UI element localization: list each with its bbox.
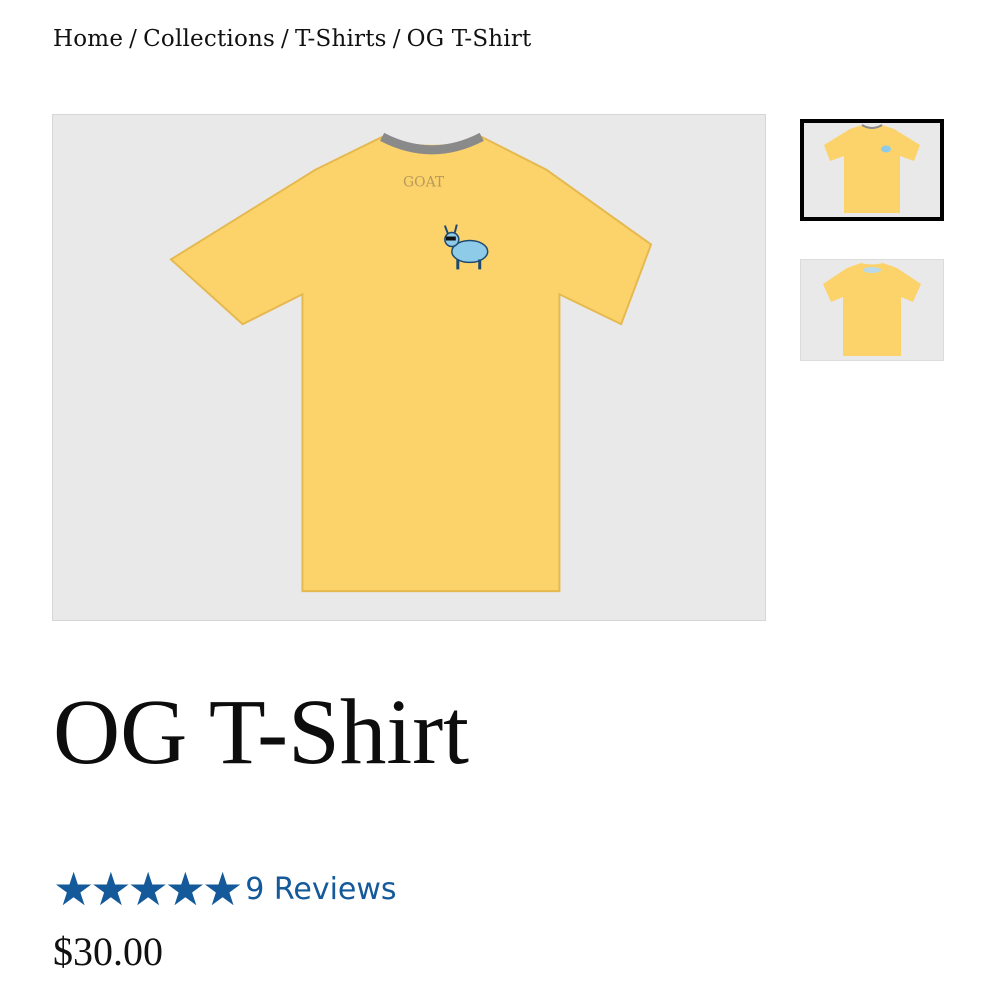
breadcrumb-current: OG T-Shirt [406,26,532,52]
tshirt-front-thumbnail [824,124,920,213]
breadcrumb-separator: / [129,26,138,52]
neck-label-text: GOAT [403,175,445,191]
product-rating[interactable]: ★ ★ ★ ★ ★ 9 Reviews [53,866,397,912]
thumbnail-front[interactable] [800,119,944,221]
star-rating: ★ ★ ★ ★ ★ [53,862,243,916]
star-icon: ★ [53,862,95,916]
product-price: $30.00 [53,929,163,974]
breadcrumb-collections[interactable]: Collections [143,26,275,52]
thumbnail-back[interactable] [800,259,944,361]
breadcrumb-home[interactable]: Home [53,26,123,52]
breadcrumb-t-shirts[interactable]: T-Shirts [295,26,387,52]
breadcrumb-separator: / [281,26,289,52]
star-icon: ★ [127,862,169,916]
reviews-link[interactable]: 9 Reviews [245,872,396,907]
breadcrumb-separator: / [392,26,401,52]
main-product-image[interactable]: GOAT [52,114,766,621]
star-icon: ★ [202,862,244,916]
star-icon: ★ [90,862,132,916]
product-title: OG T-Shirt [53,681,470,784]
star-icon: ★ [164,862,206,916]
breadcrumb: Home / Collections / T-Shirts / OG T-Shirt [53,26,532,52]
tshirt-back-thumbnail [823,263,921,356]
tshirt-front-image: GOAT [169,132,653,593]
